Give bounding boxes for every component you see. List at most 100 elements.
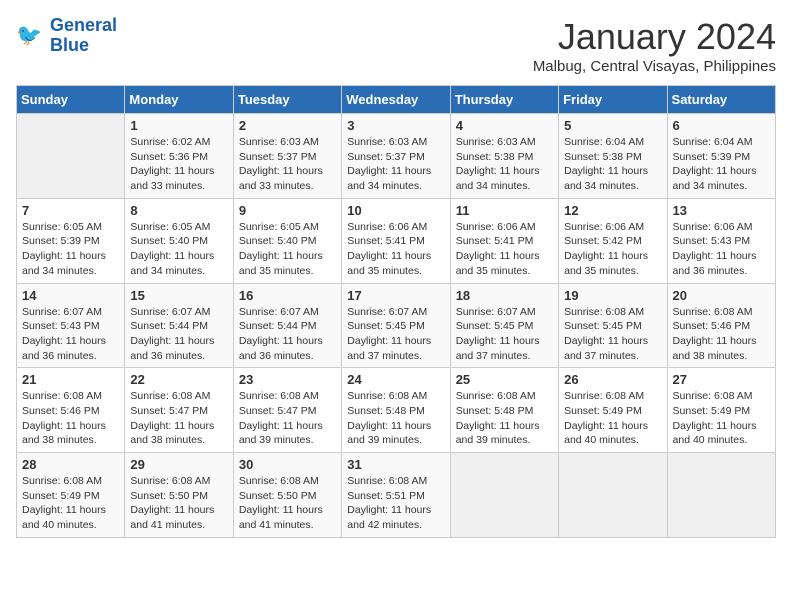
sunset-text: Sunset: 5:39 PM	[673, 150, 770, 165]
sunrise-text: Sunrise: 6:08 AM	[22, 474, 119, 489]
sunrise-text: Sunrise: 6:08 AM	[347, 389, 444, 404]
day-number: 28	[22, 457, 119, 472]
calendar-cell	[559, 453, 667, 538]
sunrise-text: Sunrise: 6:07 AM	[130, 305, 227, 320]
sunrise-text: Sunrise: 6:04 AM	[673, 135, 770, 150]
calendar-week-row: 21 Sunrise: 6:08 AM Sunset: 5:46 PM Dayl…	[17, 368, 776, 453]
sunrise-text: Sunrise: 6:02 AM	[130, 135, 227, 150]
day-number: 2	[239, 118, 336, 133]
cell-info: Sunrise: 6:02 AM Sunset: 5:36 PM Dayligh…	[130, 135, 227, 194]
sunset-text: Sunset: 5:40 PM	[130, 234, 227, 249]
day-number: 13	[673, 203, 770, 218]
cell-info: Sunrise: 6:08 AM Sunset: 5:47 PM Dayligh…	[239, 389, 336, 448]
day-number: 29	[130, 457, 227, 472]
logo-blue: Blue	[50, 36, 117, 56]
daylight-text: Daylight: 11 hours and 37 minutes.	[347, 334, 444, 363]
calendar-cell: 19 Sunrise: 6:08 AM Sunset: 5:45 PM Dayl…	[559, 283, 667, 368]
calendar-cell: 2 Sunrise: 6:03 AM Sunset: 5:37 PM Dayli…	[233, 114, 341, 199]
calendar-week-row: 1 Sunrise: 6:02 AM Sunset: 5:36 PM Dayli…	[17, 114, 776, 199]
sunrise-text: Sunrise: 6:08 AM	[564, 389, 661, 404]
cell-info: Sunrise: 6:07 AM Sunset: 5:44 PM Dayligh…	[239, 305, 336, 364]
col-header-thursday: Thursday	[450, 86, 558, 114]
sunset-text: Sunset: 5:49 PM	[22, 489, 119, 504]
title-block: January 2024 Malbug, Central Visayas, Ph…	[533, 16, 776, 75]
sunrise-text: Sunrise: 6:08 AM	[564, 305, 661, 320]
cell-info: Sunrise: 6:08 AM Sunset: 5:50 PM Dayligh…	[239, 474, 336, 533]
day-number: 9	[239, 203, 336, 218]
calendar-cell: 16 Sunrise: 6:07 AM Sunset: 5:44 PM Dayl…	[233, 283, 341, 368]
day-number: 31	[347, 457, 444, 472]
daylight-text: Daylight: 11 hours and 35 minutes.	[456, 249, 553, 278]
sunrise-text: Sunrise: 6:08 AM	[456, 389, 553, 404]
cell-info: Sunrise: 6:03 AM Sunset: 5:37 PM Dayligh…	[239, 135, 336, 194]
sunrise-text: Sunrise: 6:07 AM	[22, 305, 119, 320]
day-number: 20	[673, 288, 770, 303]
day-number: 1	[130, 118, 227, 133]
sunrise-text: Sunrise: 6:03 AM	[456, 135, 553, 150]
calendar-cell	[450, 453, 558, 538]
sunset-text: Sunset: 5:44 PM	[130, 319, 227, 334]
cell-info: Sunrise: 6:03 AM Sunset: 5:38 PM Dayligh…	[456, 135, 553, 194]
day-number: 15	[130, 288, 227, 303]
daylight-text: Daylight: 11 hours and 41 minutes.	[130, 503, 227, 532]
col-header-sunday: Sunday	[17, 86, 125, 114]
daylight-text: Daylight: 11 hours and 35 minutes.	[347, 249, 444, 278]
cell-info: Sunrise: 6:07 AM Sunset: 5:45 PM Dayligh…	[456, 305, 553, 364]
sunrise-text: Sunrise: 6:08 AM	[130, 474, 227, 489]
month-title: January 2024	[533, 16, 776, 58]
calendar-cell: 14 Sunrise: 6:07 AM Sunset: 5:43 PM Dayl…	[17, 283, 125, 368]
daylight-text: Daylight: 11 hours and 39 minutes.	[456, 419, 553, 448]
daylight-text: Daylight: 11 hours and 34 minutes.	[22, 249, 119, 278]
sunrise-text: Sunrise: 6:08 AM	[673, 389, 770, 404]
daylight-text: Daylight: 11 hours and 33 minutes.	[130, 164, 227, 193]
daylight-text: Daylight: 11 hours and 40 minutes.	[22, 503, 119, 532]
cell-info: Sunrise: 6:06 AM Sunset: 5:41 PM Dayligh…	[347, 220, 444, 279]
col-header-wednesday: Wednesday	[342, 86, 450, 114]
sunset-text: Sunset: 5:45 PM	[456, 319, 553, 334]
daylight-text: Daylight: 11 hours and 37 minutes.	[564, 334, 661, 363]
sunset-text: Sunset: 5:41 PM	[456, 234, 553, 249]
sunset-text: Sunset: 5:44 PM	[239, 319, 336, 334]
day-number: 30	[239, 457, 336, 472]
sunset-text: Sunset: 5:46 PM	[22, 404, 119, 419]
cell-info: Sunrise: 6:08 AM Sunset: 5:48 PM Dayligh…	[347, 389, 444, 448]
day-number: 18	[456, 288, 553, 303]
day-number: 16	[239, 288, 336, 303]
daylight-text: Daylight: 11 hours and 34 minutes.	[564, 164, 661, 193]
daylight-text: Daylight: 11 hours and 34 minutes.	[130, 249, 227, 278]
sunset-text: Sunset: 5:48 PM	[347, 404, 444, 419]
sunrise-text: Sunrise: 6:04 AM	[564, 135, 661, 150]
day-number: 12	[564, 203, 661, 218]
cell-info: Sunrise: 6:08 AM Sunset: 5:50 PM Dayligh…	[130, 474, 227, 533]
daylight-text: Daylight: 11 hours and 34 minutes.	[347, 164, 444, 193]
calendar-week-row: 14 Sunrise: 6:07 AM Sunset: 5:43 PM Dayl…	[17, 283, 776, 368]
sunrise-text: Sunrise: 6:06 AM	[673, 220, 770, 235]
sunset-text: Sunset: 5:37 PM	[347, 150, 444, 165]
col-header-friday: Friday	[559, 86, 667, 114]
sunset-text: Sunset: 5:41 PM	[347, 234, 444, 249]
sunrise-text: Sunrise: 6:03 AM	[239, 135, 336, 150]
cell-info: Sunrise: 6:08 AM Sunset: 5:46 PM Dayligh…	[673, 305, 770, 364]
calendar-cell: 20 Sunrise: 6:08 AM Sunset: 5:46 PM Dayl…	[667, 283, 775, 368]
sunset-text: Sunset: 5:42 PM	[564, 234, 661, 249]
daylight-text: Daylight: 11 hours and 36 minutes.	[130, 334, 227, 363]
cell-info: Sunrise: 6:06 AM Sunset: 5:43 PM Dayligh…	[673, 220, 770, 279]
logo-text: General Blue	[50, 16, 117, 56]
calendar-cell: 4 Sunrise: 6:03 AM Sunset: 5:38 PM Dayli…	[450, 114, 558, 199]
cell-info: Sunrise: 6:07 AM Sunset: 5:45 PM Dayligh…	[347, 305, 444, 364]
day-number: 7	[22, 203, 119, 218]
calendar-cell: 13 Sunrise: 6:06 AM Sunset: 5:43 PM Dayl…	[667, 198, 775, 283]
sunrise-text: Sunrise: 6:08 AM	[22, 389, 119, 404]
daylight-text: Daylight: 11 hours and 39 minutes.	[347, 419, 444, 448]
calendar-cell: 7 Sunrise: 6:05 AM Sunset: 5:39 PM Dayli…	[17, 198, 125, 283]
sunset-text: Sunset: 5:39 PM	[22, 234, 119, 249]
logo: 🐦 General Blue	[16, 16, 117, 56]
calendar-cell: 6 Sunrise: 6:04 AM Sunset: 5:39 PM Dayli…	[667, 114, 775, 199]
sunrise-text: Sunrise: 6:08 AM	[239, 389, 336, 404]
cell-info: Sunrise: 6:08 AM Sunset: 5:51 PM Dayligh…	[347, 474, 444, 533]
cell-info: Sunrise: 6:06 AM Sunset: 5:42 PM Dayligh…	[564, 220, 661, 279]
col-header-saturday: Saturday	[667, 86, 775, 114]
calendar-cell: 17 Sunrise: 6:07 AM Sunset: 5:45 PM Dayl…	[342, 283, 450, 368]
cell-info: Sunrise: 6:05 AM Sunset: 5:40 PM Dayligh…	[239, 220, 336, 279]
daylight-text: Daylight: 11 hours and 36 minutes.	[239, 334, 336, 363]
